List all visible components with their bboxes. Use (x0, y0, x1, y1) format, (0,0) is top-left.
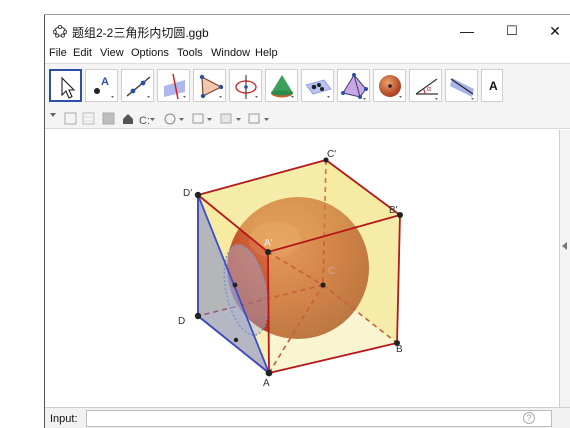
color-style-icon: C: (139, 115, 150, 127)
collapse-arrow-icon[interactable] (562, 242, 567, 250)
geogebra-window: 题组2-2三角形内切圆.ggb — ☐ ✕ File Edit View Opt… (0, 0, 570, 428)
more-tools-button[interactable]: A (481, 69, 503, 102)
plane-icon (102, 112, 115, 125)
axes-icon (64, 112, 77, 125)
close-button[interactable]: ✕ (538, 19, 570, 43)
projection-icon (192, 113, 204, 124)
more-tools-label: A (489, 79, 498, 93)
maximize-button[interactable]: ☐ (495, 19, 529, 43)
style-bar-icons: C: (50, 112, 269, 127)
clipping-icon (220, 113, 232, 124)
sphere-tool[interactable] (373, 69, 406, 102)
menu-edit[interactable]: Edit (73, 47, 92, 59)
window-title: 题组2-2三角形内切圆.ggb (72, 26, 209, 40)
view-box-icon (248, 113, 260, 124)
perpendicular-line-tool[interactable] (157, 69, 190, 102)
cube-sphere-scene: C' D' B' A' C D B A (178, 149, 403, 389)
menu-options[interactable]: Options (131, 47, 169, 59)
intersect-tool[interactable] (301, 69, 334, 102)
cone-tool[interactable] (265, 69, 298, 102)
minimize-button[interactable]: — (450, 19, 484, 43)
home-icon (123, 114, 133, 124)
sphere-icon (379, 75, 402, 98)
graphics-3d-view[interactable]: C' D' B' A' C D B A (45, 130, 559, 407)
style-bar: C: (45, 107, 570, 129)
style-bar-toggle-icon (50, 113, 56, 117)
label-d1: D' (183, 188, 192, 199)
label-b1: B' (389, 205, 398, 216)
command-input[interactable] (86, 410, 552, 427)
close-icon: ✕ (549, 22, 561, 39)
rotate-view-icon (164, 113, 176, 125)
title-bar[interactable]: 题组2-2三角形内切圆.ggb — ☐ ✕ (45, 15, 570, 46)
label-c1: C' (327, 149, 336, 160)
label-d: D (178, 316, 185, 327)
perpendicular-line-icon (164, 73, 186, 100)
net-points-icon (305, 79, 332, 98)
angle-tool[interactable]: α (409, 69, 442, 102)
pyramid-tool[interactable] (337, 69, 370, 102)
menu-tools[interactable]: Tools (177, 47, 203, 59)
menu-bar: File Edit View Options Tools Window Help (45, 46, 570, 62)
label-a: A (263, 378, 270, 389)
menu-view[interactable]: View (100, 47, 124, 59)
geogebra-logo-icon (53, 24, 67, 38)
help-icon[interactable]: ? (523, 412, 535, 424)
plane-tool[interactable] (445, 69, 478, 102)
svg-text:A: A (101, 76, 109, 88)
pyramid-icon (341, 73, 368, 100)
circle-with-axis-icon (235, 75, 258, 99)
circle-tool[interactable] (229, 69, 262, 102)
menu-file[interactable]: File (49, 47, 67, 59)
polygon-icon (199, 74, 224, 99)
maximize-icon: ☐ (506, 23, 518, 38)
point-tool[interactable]: A (85, 69, 118, 102)
menu-help[interactable]: Help (255, 47, 278, 59)
grid-icon (82, 112, 95, 125)
cone-icon (271, 75, 294, 98)
side-panel-strip[interactable] (559, 130, 570, 407)
label-b: B (396, 344, 403, 355)
cursor-arrow-icon (61, 76, 76, 99)
input-label: Input: (50, 413, 78, 425)
line-tool[interactable] (121, 69, 154, 102)
svg-text:α: α (427, 86, 431, 93)
polygon-tool[interactable] (193, 69, 226, 102)
menu-window[interactable]: Window (211, 47, 250, 59)
minimize-icon: — (460, 23, 474, 39)
label-c: C (328, 266, 335, 277)
move-tool[interactable] (49, 69, 82, 102)
toolbar: A α A (45, 63, 570, 107)
input-bar: Input: ? (45, 407, 570, 428)
label-a1: A' (264, 238, 273, 249)
plane-through-line-icon (450, 78, 474, 100)
line-through-points-icon (126, 76, 151, 98)
angle-icon: α (415, 78, 438, 100)
point-icon: A (94, 76, 114, 98)
